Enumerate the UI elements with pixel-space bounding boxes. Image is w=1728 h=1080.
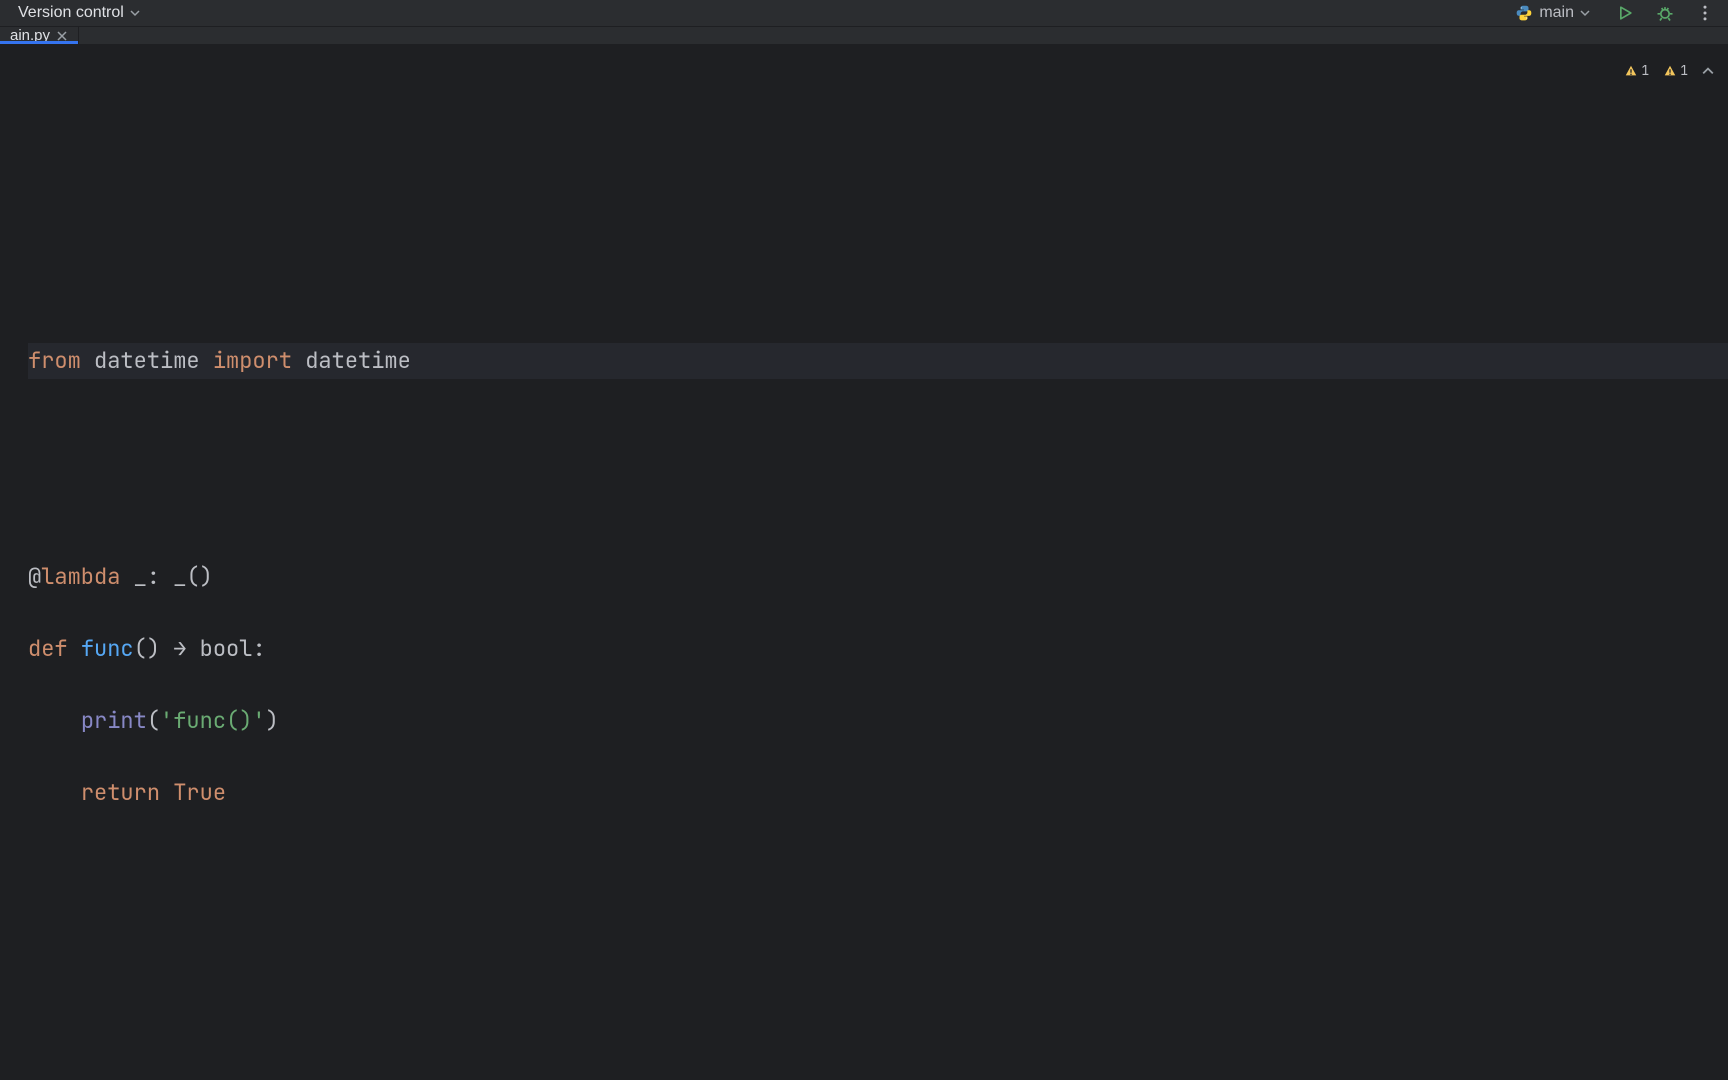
chevron-down-icon: [1580, 8, 1590, 18]
top-toolbar: Version control main: [0, 0, 1728, 27]
warning-icon: [1663, 64, 1677, 78]
run-configuration-dropdown[interactable]: main: [1507, 0, 1598, 26]
code-editor[interactable]: 1 1 from datetime import datetime @lambd…: [28, 45, 1728, 1080]
kw-from: from: [28, 346, 81, 375]
close-icon[interactable]: [56, 30, 68, 42]
kw-true: True: [173, 778, 226, 807]
toolbar-left: Version control: [10, 0, 148, 26]
kw-def: def: [28, 634, 81, 663]
version-control-dropdown[interactable]: Version control: [10, 0, 148, 26]
paren-open: (: [147, 706, 160, 735]
parens: (): [134, 634, 174, 663]
builtin-print: print: [81, 706, 147, 735]
chevron-down-icon: [130, 8, 140, 18]
more-vertical-icon: [1695, 3, 1715, 23]
tab-label: ain.py: [10, 27, 50, 44]
imported-name: datetime: [292, 346, 411, 375]
module-name: datetime: [81, 346, 213, 375]
string-literal: 'func()': [160, 706, 266, 735]
decorator-at: @: [28, 562, 41, 591]
function-name: func: [81, 634, 134, 663]
gutter[interactable]: [0, 45, 28, 1080]
bug-icon: [1655, 3, 1675, 23]
inspection-collapse[interactable]: [1698, 63, 1718, 79]
version-control-label: Version control: [18, 4, 124, 22]
return-type: bool: [186, 634, 252, 663]
chevron-up-icon: [1702, 65, 1714, 77]
editor-area: 1 1 from datetime import datetime @lambd…: [0, 45, 1728, 1080]
debug-button[interactable]: [1652, 0, 1678, 26]
run-config-name: main: [1539, 4, 1574, 22]
toolbar-right: main: [1507, 0, 1718, 26]
inspection-warning-1[interactable]: 1: [1620, 51, 1653, 91]
indent: [28, 706, 81, 735]
kw-return: return: [81, 778, 173, 807]
warning-count: 1: [1680, 53, 1688, 89]
python-icon: [1515, 4, 1533, 22]
kw-import: import: [213, 346, 292, 375]
colon: :: [252, 634, 265, 663]
code-content: from datetime import datetime @lambda _:…: [28, 307, 1728, 1027]
paren-close: ): [266, 706, 279, 735]
more-button[interactable]: [1692, 0, 1718, 26]
warning-count: 1: [1641, 53, 1649, 89]
run-button[interactable]: [1612, 0, 1638, 26]
indent: [28, 778, 81, 807]
play-icon: [1615, 3, 1635, 23]
return-arrow: →: [173, 634, 186, 663]
lambda-body: _: _(): [120, 562, 212, 591]
editor-tab[interactable]: ain.py: [0, 27, 79, 44]
inspections-widget[interactable]: 1 1: [1620, 51, 1718, 91]
editor-tabbar: ain.py: [0, 27, 1728, 45]
warning-icon: [1624, 64, 1638, 78]
kw-lambda: lambda: [41, 562, 120, 591]
inspection-warning-2[interactable]: 1: [1659, 51, 1692, 91]
